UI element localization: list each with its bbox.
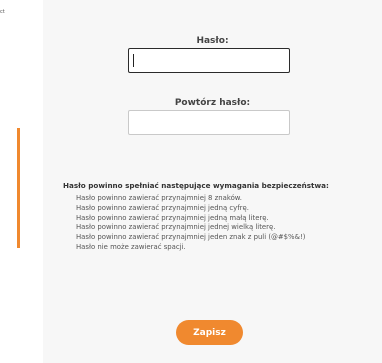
text-caret <box>133 54 134 67</box>
save-button[interactable]: Zapisz <box>176 320 243 345</box>
requirement-item: Hasło powinno zawierać przynajmniej 8 zn… <box>76 194 242 202</box>
password-form-panel: Hasło: Powtórz hasło: Hasło powinno speł… <box>43 0 382 363</box>
requirement-item: Hasło powinno zawierać przynajmniej jedn… <box>76 223 276 232</box>
requirement-item: Hasło powinno zawierać przynajmniej jedn… <box>76 213 269 222</box>
side-text: ct <box>0 9 5 15</box>
requirements-title: Hasło powinno spełniać następujące wymag… <box>63 181 329 190</box>
left-accent-bar <box>17 128 20 248</box>
requirements-list: Hasło powinno zawierać przynajmniej 8 zn… <box>76 194 305 253</box>
requirement-item: Hasło nie może zawierać spacji. <box>76 242 186 251</box>
password-label: Hasło: <box>196 36 229 46</box>
repeat-password-label: Powtórz hasło: <box>174 98 251 108</box>
repeat-password-input[interactable] <box>128 110 290 135</box>
password-input[interactable] <box>128 48 290 73</box>
requirement-item: Hasło powinno zawierać przynajmniej jede… <box>76 233 306 242</box>
requirement-item: Hasło powinno zawierać przynajmniej jedn… <box>76 203 249 212</box>
page: ct Hasło: Powtórz hasło: Hasło powinno s… <box>0 0 382 363</box>
